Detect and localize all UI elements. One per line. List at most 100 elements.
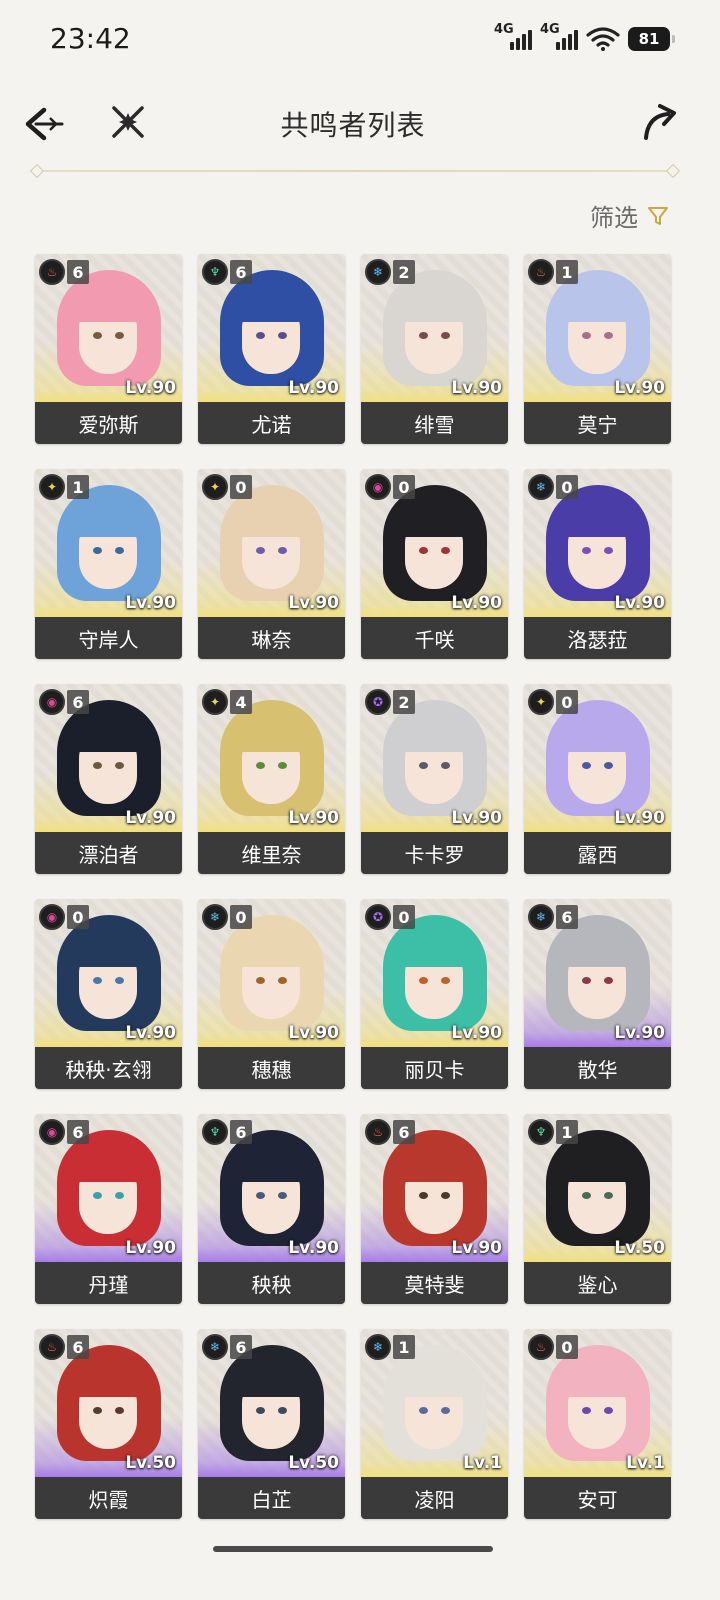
character-card[interactable]: ✪ 0 Lv.90 丽贝卡 [361,899,508,1089]
resonance-chain-rank: 0 [556,1335,578,1359]
character-card[interactable]: ♆ 1 Lv.50 鉴心 [524,1114,671,1304]
character-card[interactable]: ❄ 0 Lv.90 穗穗 [198,899,345,1089]
character-level: Lv.90 [288,1023,339,1043]
character-name: 爱弥斯 [35,402,182,444]
portrait-fringe [236,1152,308,1182]
character-card[interactable]: ♨ 6 Lv.50 炽霞 [35,1329,182,1519]
portrait-eye [93,547,102,554]
character-name: 漂泊者 [35,832,182,874]
character-card[interactable]: ♆ 6 Lv.90 尤诺 [198,254,345,444]
character-card[interactable]: ❄ 0 Lv.90 洛瑟菈 [524,469,671,659]
resonance-chain-rank: 2 [393,260,415,284]
portrait-eye [441,547,450,554]
character-card[interactable]: ❄ 2 Lv.90 绯雪 [361,254,508,444]
character-name: 莫特斐 [361,1262,508,1304]
status-icons: 4G 4G 81 [494,22,675,56]
portrait-eye [604,547,613,554]
character-card[interactable]: ✦ 1 Lv.90 守岸人 [35,469,182,659]
character-portrait: ❄ 2 Lv.90 [361,254,508,402]
spectro-element-icon: ✦ [202,689,228,715]
portrait-eye [93,762,102,769]
character-portrait: ♨ 6 Lv.90 [361,1114,508,1262]
resonance-chain-rank: 6 [393,1120,415,1144]
character-portrait: ◉ 0 Lv.90 [361,469,508,617]
character-card[interactable]: ◉ 0 Lv.90 千咲 [361,469,508,659]
filter-button[interactable]: 筛选 [590,198,670,233]
resonance-chain-rank: 0 [393,905,415,929]
share-icon[interactable] [640,102,680,142]
character-level: Lv.50 [614,1238,665,1258]
filter-icon [648,206,668,225]
portrait-eye [278,977,287,984]
portrait-eye [419,1407,428,1414]
character-portrait: ♨ 1 Lv.90 [524,254,671,402]
character-card[interactable]: ♨ 6 Lv.90 莫特斐 [361,1114,508,1304]
resonance-chain-rank: 6 [67,1120,89,1144]
portrait-eye [582,547,591,554]
character-card[interactable]: ◉ 0 Lv.90 秧秧·玄翎 [35,899,182,1089]
fusion-element-icon: ♨ [39,1334,65,1360]
character-level: Lv.90 [125,593,176,613]
character-card[interactable]: ♆ 6 Lv.90 秧秧 [198,1114,345,1304]
character-portrait: ✦ 1 Lv.90 [35,469,182,617]
character-name: 琳奈 [198,617,345,659]
character-level: Lv.1 [463,1453,502,1473]
character-card[interactable]: ♨ 0 Lv.1 安可 [524,1329,671,1519]
character-card[interactable]: ◉ 6 Lv.90 漂泊者 [35,684,182,874]
resonance-chain-rank: 1 [556,260,578,284]
home-indicator[interactable] [213,1546,493,1552]
character-name: 绯雪 [361,402,508,444]
resonance-chain-rank: 2 [393,690,415,714]
character-card[interactable]: ✦ 0 Lv.90 露西 [524,684,671,874]
portrait-eye [278,1407,287,1414]
havoc-element-icon: ◉ [39,904,65,930]
character-level: Lv.50 [288,1453,339,1473]
character-card[interactable]: ◉ 6 Lv.90 丹瑾 [35,1114,182,1304]
character-name: 丽贝卡 [361,1047,508,1089]
portrait-fringe [236,507,308,537]
character-level: Lv.90 [451,593,502,613]
fusion-element-icon: ♨ [39,259,65,285]
character-portrait: ◉ 6 Lv.90 [35,684,182,832]
character-name: 莫宁 [524,402,671,444]
portrait-eye [278,332,287,339]
portrait-fringe [562,1152,634,1182]
portrait-eye [278,762,287,769]
character-name: 维里奈 [198,832,345,874]
wifi-icon [586,27,620,51]
electro-element-icon: ✪ [365,904,391,930]
portrait-fringe [73,292,145,322]
character-card[interactable]: ❄ 6 Lv.50 白芷 [198,1329,345,1519]
status-bar: 23:42 4G 4G 81 [0,0,720,80]
character-card[interactable]: ♨ 1 Lv.90 莫宁 [524,254,671,444]
character-portrait: ♨ 0 Lv.1 [524,1329,671,1477]
resonance-chain-rank: 0 [230,905,252,929]
character-name: 秧秧 [198,1262,345,1304]
character-card[interactable]: ❄ 6 Lv.90 散华 [524,899,671,1089]
character-portrait: ✦ 0 Lv.90 [198,469,345,617]
character-card[interactable]: ♨ 6 Lv.90 爱弥斯 [35,254,182,444]
portrait-eye [582,1192,591,1199]
character-level: Lv.90 [125,808,176,828]
portrait-eye [604,977,613,984]
character-card[interactable]: ✦ 4 Lv.90 维里奈 [198,684,345,874]
character-name: 炽霞 [35,1477,182,1519]
resonance-chain-rank: 0 [556,475,578,499]
character-level: Lv.90 [125,1023,176,1043]
character-level: Lv.90 [451,378,502,398]
portrait-eye [604,1192,613,1199]
character-portrait: ♨ 6 Lv.90 [35,254,182,402]
character-name: 穗穗 [198,1047,345,1089]
character-card[interactable]: ❄ 1 Lv.1 凌阳 [361,1329,508,1519]
character-grid: ♨ 6 Lv.90 爱弥斯 ♆ 6 Lv.90 尤诺 ❄ 2 Lv.90 绯雪 … [35,254,675,1519]
character-card[interactable]: ✪ 2 Lv.90 卡卡罗 [361,684,508,874]
portrait-fringe [399,292,471,322]
character-portrait: ✪ 0 Lv.90 [361,899,508,1047]
havoc-element-icon: ◉ [365,474,391,500]
cellular-signal-icon: 4G [494,22,532,54]
resonance-chain-rank: 0 [556,690,578,714]
character-card[interactable]: ✦ 0 Lv.90 琳奈 [198,469,345,659]
character-portrait: ✦ 4 Lv.90 [198,684,345,832]
portrait-eye [441,1192,450,1199]
spectro-element-icon: ✦ [528,689,554,715]
